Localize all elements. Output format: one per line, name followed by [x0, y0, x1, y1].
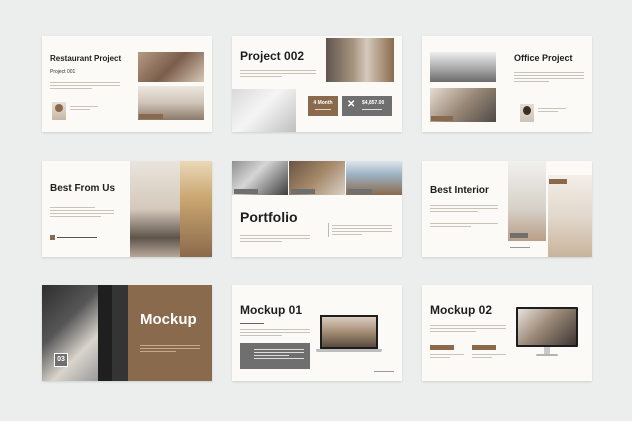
interior-photo-1: [508, 161, 546, 241]
monitor-base: [536, 354, 558, 356]
slide-portfolio[interactable]: Portfolio: [232, 161, 402, 257]
slide-title: Office Project: [514, 53, 573, 63]
stat-cost-value: $4,857.00: [362, 100, 385, 106]
body-text: [50, 207, 114, 219]
laptop-screen: [320, 315, 378, 349]
label-2-text: [472, 354, 506, 360]
slide-mockup-01[interactable]: Mockup 01: [232, 285, 402, 381]
cta-text: [57, 237, 97, 240]
slide-mockup[interactable]: 03 Mockup: [42, 285, 212, 381]
number-badge: 03: [54, 353, 68, 367]
laptop-mockup: [316, 315, 382, 355]
body-text: [514, 72, 584, 84]
label-1: [430, 345, 454, 350]
feature-list-box: [240, 343, 310, 369]
subtitle-line: [240, 323, 264, 326]
body-text-right: [332, 225, 392, 237]
cta-badge: [50, 235, 55, 240]
slide-project-002[interactable]: Project 002 4 Month ✕ $4,857.00: [232, 36, 402, 132]
page-footer: [374, 371, 394, 374]
caption-1: [510, 233, 528, 238]
slide-title: Mockup 02: [430, 303, 493, 317]
page-footer: [510, 247, 530, 248]
close-icon: ✕: [347, 99, 356, 110]
body-text: [50, 82, 120, 91]
body-text: [140, 345, 200, 354]
accent-panel: [180, 161, 212, 257]
slide-best-interior[interactable]: Best Interior: [422, 161, 592, 257]
caption-2: [291, 189, 315, 194]
restaurant-photo-1: [138, 52, 204, 82]
person-info: [70, 106, 98, 112]
interior-photo-2: [548, 175, 592, 257]
laptop-base: [316, 349, 382, 352]
monitor-stand: [544, 347, 550, 354]
monitor-mockup: [516, 307, 578, 359]
slide-restaurant-project[interactable]: Restaurant Project Project 001: [42, 36, 212, 132]
caption-3: [348, 189, 372, 194]
body-text: [240, 329, 310, 338]
body-text-2: [430, 223, 498, 229]
stat-cost-box: ✕ $4,857.00: [342, 96, 392, 116]
caption-1: [234, 189, 258, 194]
photo-caption: [139, 114, 163, 119]
project-photo-top: [326, 38, 394, 82]
title-panel: Mockup: [128, 285, 212, 381]
project-photo-bottom: [232, 89, 296, 132]
body-text: [430, 205, 498, 214]
office-photo-1: [430, 52, 496, 82]
mockup-photo: [42, 285, 98, 381]
dark-panel: [98, 285, 112, 381]
avatar: [52, 102, 66, 120]
caption-2: [549, 179, 567, 184]
slide-title: Project 002: [240, 49, 305, 63]
slide-title: Mockup: [140, 311, 197, 328]
monitor-screen: [516, 307, 578, 347]
slide-title: Restaurant Project: [50, 54, 122, 63]
slide-title: Best Interior: [430, 185, 489, 196]
slide-subtitle: Project 001: [50, 69, 76, 75]
slide-office-project[interactable]: Office Project: [422, 36, 592, 132]
slide-title: Portfolio: [240, 209, 298, 225]
interior-photo: [130, 161, 180, 257]
stat-duration-value: 4 Month: [313, 100, 333, 106]
slide-mockup-02[interactable]: Mockup 02: [422, 285, 592, 381]
photo-caption: [431, 116, 453, 121]
divider: [328, 223, 329, 237]
label-1-text: [430, 354, 464, 360]
slide-title: Mockup 01: [240, 303, 303, 317]
avatar: [520, 104, 534, 122]
stat-duration-box: 4 Month: [308, 96, 338, 116]
slide-title: Best From Us: [50, 183, 116, 194]
label-2: [472, 345, 496, 350]
body-text: [240, 70, 316, 79]
person-info: [538, 108, 566, 114]
body-text-left: [240, 235, 310, 244]
slide-best-from-us[interactable]: Best From Us: [42, 161, 212, 257]
feature-list: [254, 349, 304, 361]
dark-panel-2: [112, 285, 128, 381]
body-text: [430, 325, 506, 334]
